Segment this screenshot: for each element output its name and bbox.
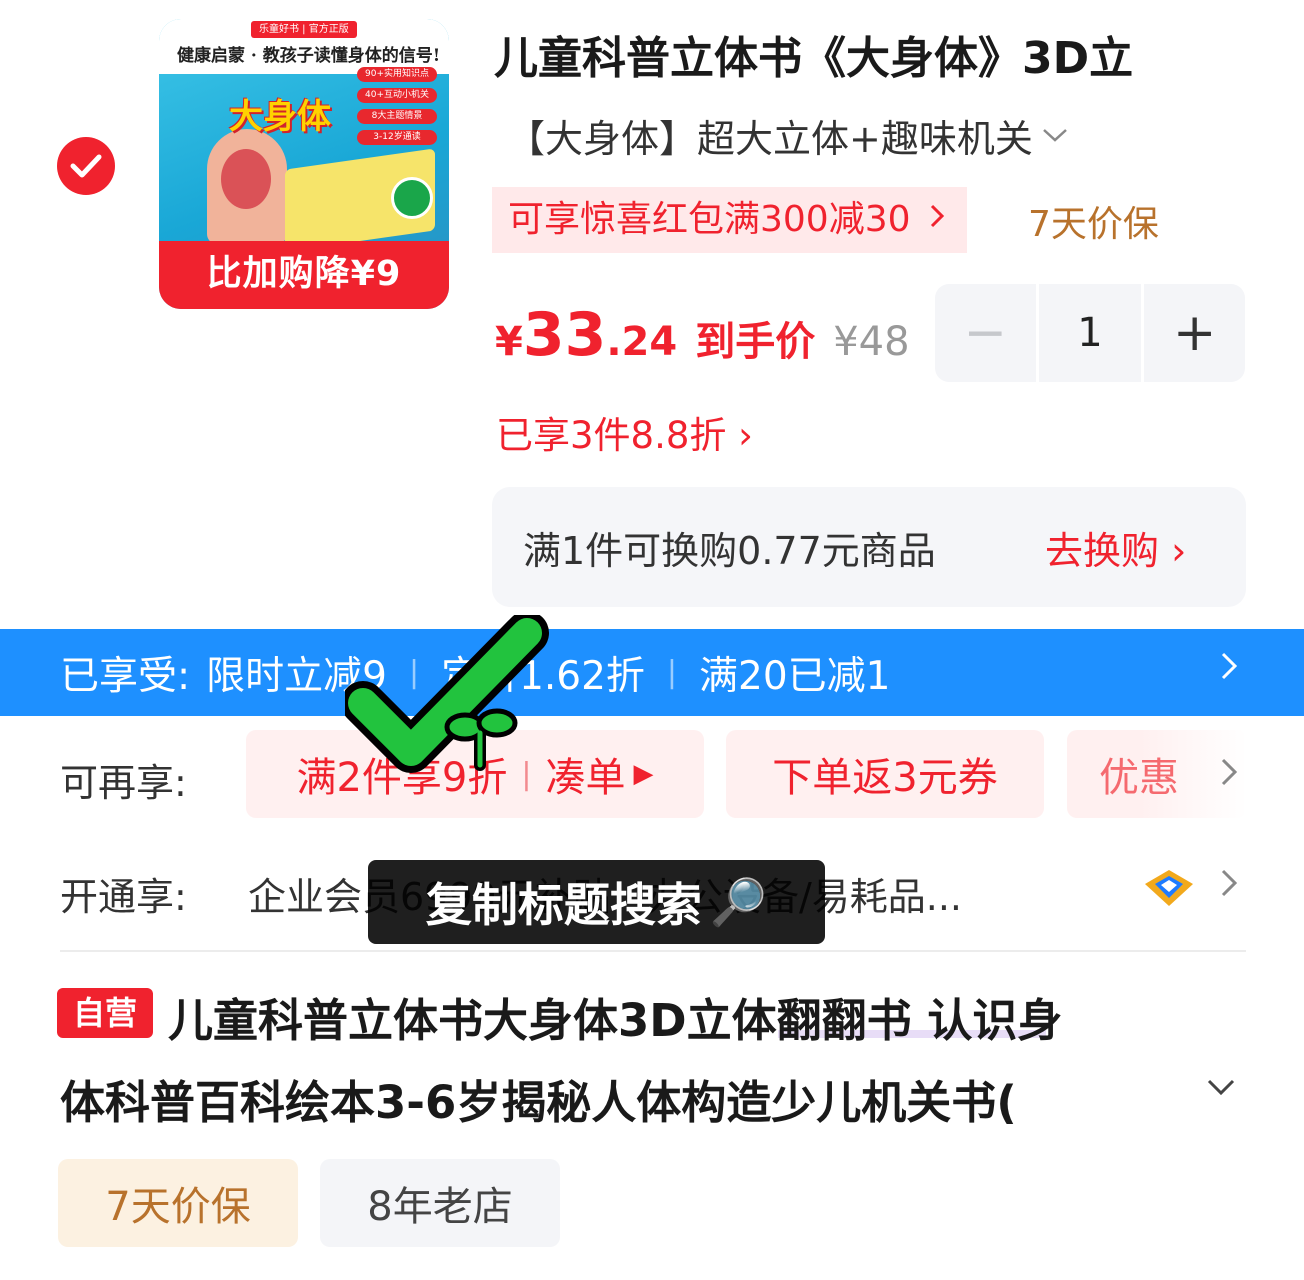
more-offers-chevron-icon[interactable] — [1220, 755, 1238, 796]
shop-age-tag[interactable]: 8年老店 — [320, 1159, 560, 1247]
thumbnail-price-drop-banner: 比加购降¥9 — [159, 241, 449, 309]
thumbnail-tag: 90+实用知识点 — [357, 67, 437, 82]
self-operated-badge: 自营 — [57, 988, 153, 1038]
applied-discount-link[interactable]: 已享3件8.8折 › — [496, 405, 753, 459]
offer-chip-coupon-return[interactable]: 下单返3元券 — [726, 730, 1044, 818]
price-integer: 33 — [522, 300, 607, 370]
magnifier-icon: 🔎 — [709, 874, 768, 929]
red-packet-label: 可享惊喜红包满300减30 — [508, 199, 911, 240]
decrease-quantity-button[interactable]: − — [935, 284, 1036, 382]
product-title[interactable]: 儿童科普立体书《大身体》3D立 — [494, 22, 1133, 86]
more-offers-label: 可再享: — [60, 761, 187, 805]
green-checkmark-sprout-icon — [341, 611, 555, 785]
thumbnail-organs-illustration — [221, 149, 271, 209]
thumbnail-tagline: 健康启蒙 · 教孩子读懂身体的信号! — [177, 46, 441, 66]
quantity-value[interactable]: 1 — [1038, 284, 1142, 382]
product-thumbnail[interactable]: 乐童好书 | 官方正版 健康启蒙 · 教孩子读懂身体的信号! 大身体 90+实用… — [159, 19, 449, 309]
thumbnail-tag: 8大主题情景 — [357, 109, 437, 124]
final-price-label: 到手价 — [695, 319, 816, 365]
thumbnail-brand-badge: 乐童好书 | 官方正版 — [251, 21, 357, 38]
quantity-stepper: − 1 + — [935, 284, 1245, 382]
original-price: ¥48 — [833, 319, 910, 365]
separator: | — [666, 655, 678, 690]
sku-label: 【大身体】超大立体+趣味机关 — [507, 117, 1033, 161]
thumbnail-seal-icon — [391, 177, 433, 219]
triangle-right-icon: ▶ — [633, 759, 654, 789]
sku-selector[interactable]: 【大身体】超大立体+趣味机关 — [507, 108, 1069, 163]
enterprise-chevron-icon[interactable] — [1220, 866, 1238, 907]
increase-quantity-button[interactable]: + — [1144, 284, 1245, 382]
item-select-checkbox[interactable] — [57, 137, 115, 195]
check-icon — [70, 154, 102, 178]
go-exchange-link[interactable]: 去换购 › — [1045, 520, 1186, 575]
copy-title-search-toast[interactable]: 复制标题搜索 🔎 — [368, 860, 825, 944]
price-protect-tag[interactable]: 7天价保 — [58, 1159, 298, 1247]
enterprise-diamond-icon — [1141, 866, 1197, 910]
enjoyed-item: 满20已减1 — [699, 653, 891, 699]
toast-text: 复制标题搜索 — [425, 878, 702, 932]
enjoyed-promotions-bar[interactable]: 已享受: 限时立减9 | 定价1.62折 | 满20已减1 — [0, 629, 1304, 716]
price-protect-label: 7天价保 — [1028, 204, 1159, 245]
enjoyed-label: 已享受: — [60, 653, 191, 699]
price-line: ¥ 33 .24 到手价 ¥48 — [495, 300, 910, 370]
open-membership-label: 开通享: — [60, 875, 187, 919]
exchange-offer-text: 满1件可换购0.77元商品 — [523, 529, 936, 573]
price-currency: ¥ — [495, 319, 523, 365]
chevron-down-icon — [1041, 121, 1069, 151]
add-on-link: 凑单 — [545, 755, 626, 801]
thumbnail-tags: 90+实用知识点 40+互动小机关 8大主题情景 3-12岁通读 — [357, 67, 437, 151]
expand-title-chevron-icon[interactable] — [1205, 1066, 1237, 1107]
thumbnail-tag: 40+互动小机关 — [357, 88, 437, 103]
divider — [60, 950, 1246, 952]
chevron-right-icon — [929, 187, 945, 253]
thumbnail-tag: 3-12岁通读 — [357, 130, 437, 145]
full-title-line-2[interactable]: 体科普百科绘本3-6岁揭秘人体构造少儿机关书( — [60, 1066, 1017, 1131]
red-packet-coupon[interactable]: 可享惊喜红包满300减30 — [492, 187, 967, 253]
chevron-right-icon — [1220, 649, 1238, 690]
thumbnail-cover-title: 大身体 — [229, 97, 331, 137]
price-decimal: .24 — [606, 319, 678, 365]
full-title-line-1[interactable]: 儿童科普立体书大身体3D立体翻翻书 认识身 — [168, 984, 1062, 1049]
